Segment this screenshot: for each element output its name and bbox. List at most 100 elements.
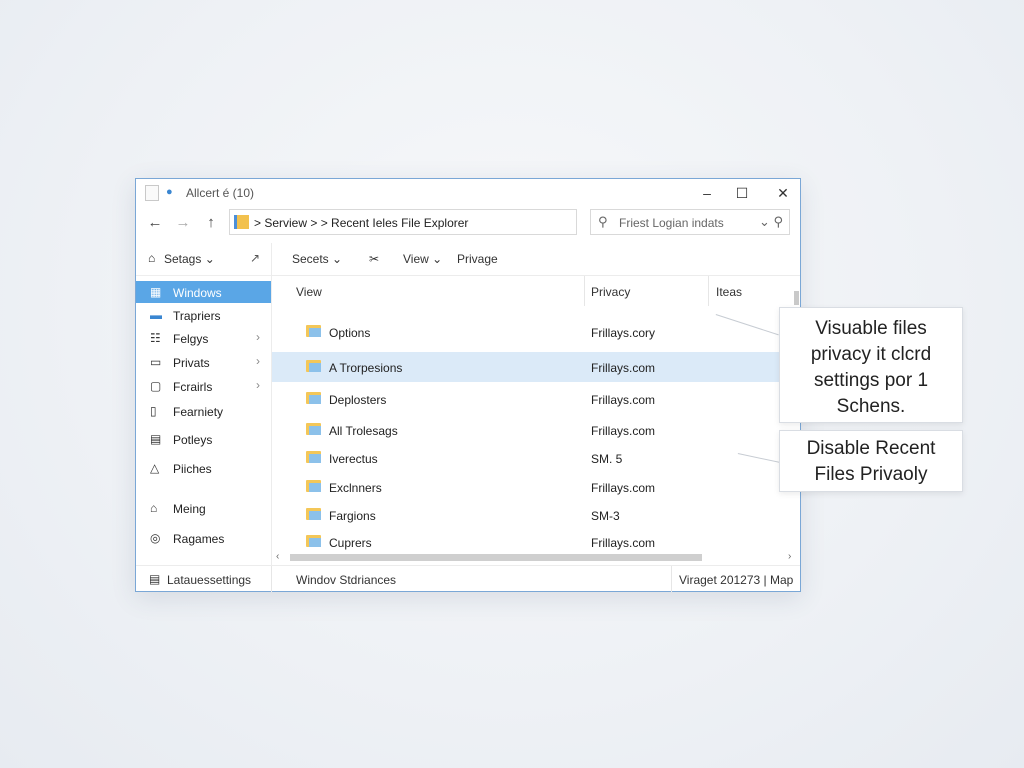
navigation-pane: ⌂ Setags ⌄ ↗ ▦ Windows ▬ Trapriers ☷ Fel… [136, 243, 272, 565]
sidebar-item-piiches[interactable]: △ Piiches [136, 457, 271, 479]
file-privacy: SM. 5 [591, 452, 623, 466]
search-input[interactable]: ⚲ Friest Logian indats ⌄ ⚲ [590, 209, 790, 235]
folder-icon [306, 360, 321, 372]
folder-icon [234, 215, 249, 229]
column-header-privacy[interactable]: Privacy [591, 285, 630, 299]
sidebar-item-fearniety[interactable]: ▯ Fearniety [136, 400, 271, 422]
monitor-icon: ▭ [150, 355, 162, 369]
sidebar-item-label: Fcrairls [173, 380, 213, 394]
scrollbar-thumb[interactable] [290, 554, 702, 561]
sidebar-item-felgys[interactable]: ☷ Felgys › [136, 327, 271, 349]
search-icon: ⚲ [598, 214, 608, 229]
vertical-scrollbar-thumb[interactable] [794, 291, 799, 305]
action-callout: Disable Recent Files Privaoly [779, 430, 963, 492]
file-name: Options [329, 326, 371, 340]
column-divider[interactable] [584, 276, 585, 306]
sidebar-item-potleys[interactable]: ▤ Potleys [136, 428, 271, 450]
horizontal-scrollbar[interactable]: ‹ › [272, 551, 796, 563]
sidebar-item-label: Windows [173, 286, 222, 300]
sidebar-item-ragames[interactable]: ◎ Ragames [136, 527, 271, 549]
search-dropdown-icon[interactable]: ⌄ ⚲ [759, 214, 783, 230]
list-item[interactable]: All Trolesags Frillays.com [272, 415, 780, 445]
folder-icon [306, 325, 321, 337]
command-toolbar: Secets ⌄ ✂ View ⌄ Privage [272, 243, 800, 276]
callout-line: privacy it clcrd [810, 344, 932, 365]
maximize-button[interactable]: ☐ [727, 182, 757, 204]
scroll-left-icon[interactable]: ‹ [276, 551, 279, 562]
file-privacy: Frillays.com [591, 361, 656, 375]
address-bar[interactable]: > Serview > > Recent Ieles File Explorer [229, 209, 577, 235]
callout-line: Visuable files [815, 318, 927, 339]
view-menu-button[interactable]: View ⌄ [403, 252, 442, 266]
list-item-selected[interactable]: A Trorpesions Frillays.com [272, 352, 780, 382]
sidebar-item-label: Potleys [173, 433, 213, 447]
folder-icon: ▬ [150, 308, 162, 322]
back-arrow-icon[interactable]: ← [144, 214, 166, 231]
file-explorer-window: ● Allcert é (10) – ☐ ✕ ← → ↑ > Serview >… [135, 178, 801, 592]
file-privacy: Frillays.com [591, 393, 656, 407]
status-divider [271, 566, 272, 592]
callout-line: Disable Recent [806, 438, 936, 459]
column-header-view[interactable]: View [296, 285, 322, 299]
folder-icon [306, 535, 321, 547]
sidebar-item-windows[interactable]: ▦ Windows [136, 281, 271, 303]
list-item[interactable]: Iverectus SM. 5 [272, 443, 780, 473]
privage-button[interactable]: Privage [457, 252, 498, 266]
chevron-right-icon[interactable]: › [256, 354, 260, 368]
title-bar: ● Allcert é (10) – ☐ ✕ [136, 179, 800, 207]
file-privacy: Frillays.com [591, 536, 656, 550]
info-callout: Visuable files privacy it clcrd settings… [779, 307, 963, 423]
sidebar-item-label: Meing [173, 502, 206, 516]
sidebar-header[interactable]: ⌂ Setags ⌄ ↗ [136, 243, 271, 276]
status-text: Windov Stdriances [296, 573, 397, 587]
file-privacy: SM-3 [591, 509, 620, 523]
drive-icon: ▢ [150, 379, 162, 393]
breadcrumb[interactable]: > Serview > > Recent Ieles File Explorer [254, 216, 468, 230]
address-bar-row: ← → ↑ > Serview > > Recent Ieles File Ex… [136, 209, 800, 239]
file-name: Deplosters [329, 393, 387, 407]
pin-icon[interactable]: ↗ [250, 251, 260, 265]
callout-line: Files Privaoly [814, 464, 928, 485]
sidebar-item-label: Privats [173, 356, 210, 370]
scroll-right-icon[interactable]: › [788, 551, 791, 562]
list-item[interactable]: Options Frillays.cory [272, 317, 780, 347]
list-item[interactable]: Exclnners Frillays.com [272, 472, 780, 502]
list-item[interactable]: Deplosters Frillays.com [272, 384, 780, 414]
settings-icon: ▤ [149, 572, 161, 586]
minimize-button[interactable]: – [692, 182, 722, 204]
column-header-items[interactable]: Iteas [716, 285, 742, 299]
sidebar-item-fcrairls[interactable]: ▢ Fcrairls › [136, 375, 271, 397]
page-icon: ▤ [150, 432, 162, 446]
file-privacy: Frillays.com [591, 424, 656, 438]
sidebar-item-label: Trapriers [173, 309, 221, 323]
callout-line: Schens. [836, 396, 906, 417]
forward-arrow-icon[interactable]: → [172, 214, 194, 231]
chevron-right-icon[interactable]: › [256, 330, 260, 344]
folder-icon [306, 451, 321, 463]
sidebar-item-trapriers[interactable]: ▬ Trapriers [136, 304, 271, 326]
file-name: All Trolesags [329, 424, 398, 438]
list-item[interactable]: Fargions SM-3 [272, 500, 780, 530]
chevron-down-icon[interactable]: ⌄ [759, 214, 770, 229]
grid-icon: ☷ [150, 331, 161, 345]
folder-icon [306, 480, 321, 492]
search-placeholder: Friest Logian indats [619, 216, 724, 230]
up-arrow-icon[interactable]: ↑ [200, 214, 222, 231]
status-version: Viraget 201273 | Map [679, 573, 794, 587]
list-item[interactable]: Cuprers Frillays.com [272, 527, 780, 551]
folder-icon [306, 508, 321, 520]
column-divider[interactable] [708, 276, 709, 306]
cut-icon[interactable]: ✂ [369, 252, 379, 266]
secets-menu-button[interactable]: Secets ⌄ [292, 252, 342, 266]
status-settings-link[interactable]: Latauessettings [167, 573, 251, 587]
chevron-right-icon[interactable]: › [256, 378, 260, 392]
callout-line: settings por 1 [813, 370, 929, 391]
sidebar-item-label: Ragames [173, 532, 225, 546]
sidebar-header-label[interactable]: Setags ⌄ [164, 252, 215, 266]
app-icon [145, 185, 159, 201]
status-bar: ▤ Latauessettings Windov Stdriances Vira… [136, 565, 800, 592]
close-button[interactable]: ✕ [768, 182, 798, 204]
sidebar-item-privats[interactable]: ▭ Privats › [136, 351, 271, 373]
sidebar-item-meing[interactable]: ⌂ Meing [136, 497, 271, 519]
file-name: Cuprers [329, 536, 372, 550]
